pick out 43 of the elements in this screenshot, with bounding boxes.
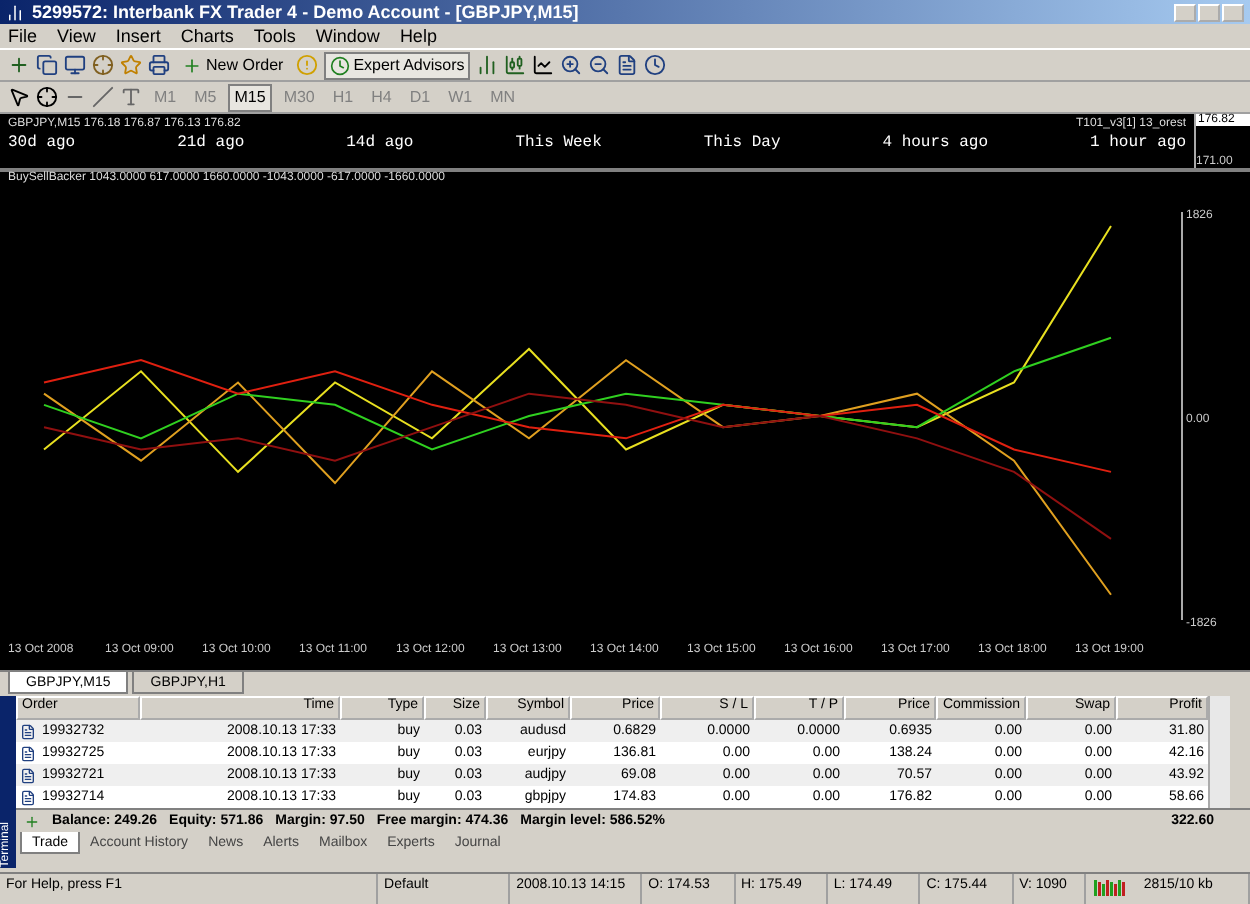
period-label: This Week bbox=[515, 134, 602, 152]
star-icon[interactable] bbox=[120, 54, 142, 76]
menu-item[interactable]: File bbox=[8, 26, 38, 46]
clock-icon[interactable] bbox=[644, 54, 667, 76]
expert-advisors-button[interactable]: Expert Advisors bbox=[323, 51, 471, 79]
cursor-icon[interactable] bbox=[8, 86, 30, 108]
plus-icon bbox=[182, 55, 202, 75]
menu-item[interactable]: View bbox=[57, 26, 96, 46]
period-label: 21d ago bbox=[177, 134, 245, 152]
timeframe-button[interactable]: M15 bbox=[228, 83, 272, 111]
order-icon bbox=[20, 745, 36, 761]
scrollbar[interactable] bbox=[1208, 696, 1230, 808]
monitor-icon[interactable] bbox=[64, 54, 86, 76]
crosshair-icon[interactable] bbox=[36, 86, 58, 108]
period-label: This Day bbox=[703, 134, 781, 152]
text-icon[interactable] bbox=[120, 86, 142, 108]
zoom-out-icon[interactable] bbox=[588, 54, 611, 76]
copy-icon[interactable] bbox=[36, 54, 58, 76]
menu-item[interactable]: Help bbox=[399, 26, 437, 46]
window-title-text: 5299572: Interbank FX Trader 4 - Demo Account - [GBPJPY,M15] bbox=[32, 2, 579, 22]
add-chart-icon[interactable] bbox=[8, 54, 30, 76]
period-label: 14d ago bbox=[346, 134, 414, 152]
clock-icon bbox=[329, 55, 350, 75]
order-icon bbox=[20, 723, 36, 739]
menu-item[interactable]: Tools bbox=[253, 26, 296, 46]
candlestick-icon[interactable] bbox=[504, 54, 527, 76]
period-label: 4 hours ago bbox=[882, 134, 989, 152]
file-icon[interactable] bbox=[616, 54, 639, 76]
period-label: 30d ago bbox=[8, 134, 76, 152]
new-order-button[interactable]: New Order bbox=[176, 51, 290, 79]
printer-icon[interactable] bbox=[148, 54, 170, 76]
app-icon bbox=[6, 3, 24, 21]
trendline-icon[interactable] bbox=[92, 86, 114, 108]
menu-item[interactable]: Window bbox=[315, 26, 380, 46]
menu-item[interactable]: Charts bbox=[180, 26, 234, 46]
bar-chart-icon[interactable] bbox=[476, 54, 499, 76]
line-chart-icon[interactable] bbox=[532, 54, 555, 76]
zoom-in-icon[interactable] bbox=[560, 54, 583, 76]
menu-item[interactable]: Insert bbox=[115, 26, 161, 46]
order-icon bbox=[20, 789, 36, 805]
connection-bars-icon bbox=[1094, 878, 1130, 896]
order-icon bbox=[20, 767, 36, 783]
period-label: 1 hour ago bbox=[1089, 134, 1186, 152]
